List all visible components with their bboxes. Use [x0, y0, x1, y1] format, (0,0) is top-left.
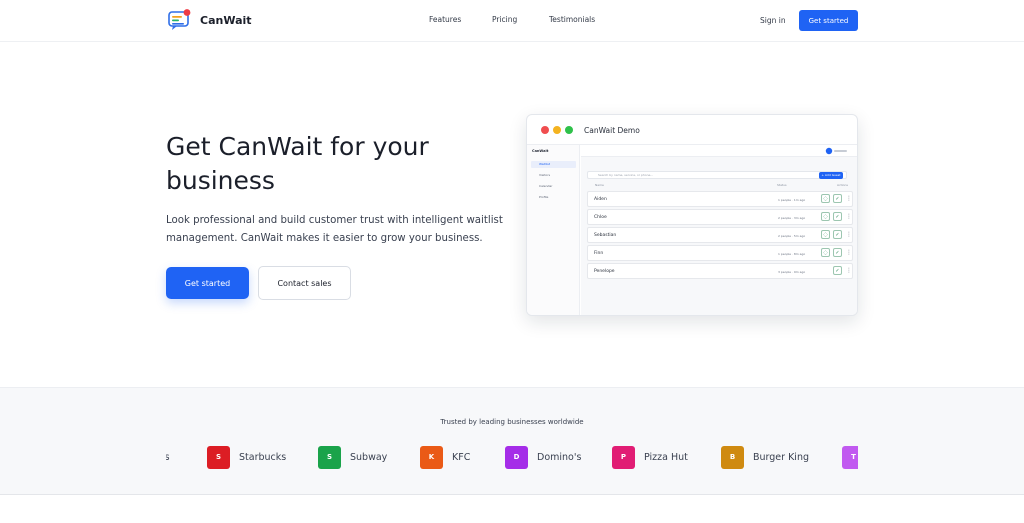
- check-icon[interactable]: ✓: [833, 266, 842, 275]
- demo-main: Search by name, service, or phone... + A…: [581, 145, 857, 315]
- hero-subtitle-line1: Look professional and build customer tru…: [166, 215, 503, 226]
- logo-item: D Domino's: [505, 445, 581, 469]
- notify-icon[interactable]: ◌: [821, 248, 830, 257]
- demo-window-title: CanWait Demo: [584, 126, 640, 135]
- table-row[interactable]: Finn 1 people · 8m ago ◌ ✓ ⋮: [587, 245, 853, 261]
- demo-column-status: Status: [777, 183, 787, 187]
- row-name: Finn: [594, 251, 604, 256]
- demo-topbar: [581, 145, 857, 157]
- hero-get-started-button[interactable]: Get started: [166, 267, 249, 299]
- demo-titlebar: CanWait Demo: [527, 115, 857, 145]
- main-nav: Features Pricing Testimonials: [0, 15, 1024, 27]
- logo-badge: T: [842, 445, 858, 469]
- logo-name: Starbucks: [239, 451, 287, 463]
- row-name: Sebastian: [594, 233, 617, 238]
- more-icon[interactable]: ⋮: [846, 249, 852, 256]
- contact-sales-button[interactable]: Contact sales: [258, 266, 351, 300]
- logo-badge: S: [318, 445, 341, 469]
- check-icon[interactable]: ✓: [833, 194, 842, 203]
- table-row[interactable]: Aiden 1 people · 1m ago ◌ ✓ ⋮: [587, 191, 853, 207]
- demo-column-actions: Actions: [837, 183, 848, 187]
- hero-title-line2: business: [166, 166, 275, 195]
- more-icon[interactable]: ⋮: [846, 267, 852, 274]
- maximize-dot-icon: [565, 126, 573, 134]
- notify-icon[interactable]: ◌: [821, 194, 830, 203]
- row-meta: 1 people · 8m ago: [778, 252, 806, 256]
- site-header: CanWait Features Pricing Testimonials Si…: [0, 0, 1024, 42]
- logo-badge: B: [721, 445, 744, 469]
- demo-app-name: CanWait: [532, 149, 549, 153]
- hero-title-line1: Get CanWait for your: [166, 132, 429, 161]
- hero-subtitle: Look professional and build customer tru…: [166, 212, 506, 248]
- hero-subtitle-line2: management. CanWait makes it easier to g…: [166, 233, 483, 244]
- row-name: Aiden: [594, 197, 607, 202]
- demo-add-guest-button[interactable]: + Add Guest: [819, 172, 843, 179]
- trusted-heading: Trusted by leading businesses worldwide: [440, 418, 584, 426]
- table-row[interactable]: Sebastian 2 people · 5m ago ◌ ✓ ⋮: [587, 227, 853, 243]
- logo-item: S Subway: [318, 445, 387, 469]
- logo-name: Domino's: [537, 451, 582, 463]
- logo-item: S Starbucks: [207, 445, 286, 469]
- row-name: Chloe: [594, 215, 607, 220]
- nav-testimonials[interactable]: Testimonials: [549, 15, 595, 24]
- logo-badge: K: [420, 445, 443, 469]
- logo-item: 's: [166, 445, 170, 469]
- notify-icon[interactable]: ◌: [821, 212, 830, 221]
- check-icon[interactable]: ✓: [833, 248, 842, 257]
- logo-carousel: 's S Starbucks S Subway K KFC D Domino's…: [166, 445, 858, 469]
- demo-column-name: Name: [595, 183, 604, 187]
- demo-sidebar-item-calendar[interactable]: Calendar: [531, 183, 576, 190]
- logo-badge: D: [505, 445, 528, 469]
- demo-sidebar-item-profile[interactable]: Profile: [531, 194, 576, 201]
- logo-item: K KFC: [420, 445, 470, 469]
- demo-avatar-icon: [825, 147, 847, 155]
- logo-name: Subway: [350, 451, 388, 463]
- sign-in-link[interactable]: Sign in: [760, 16, 786, 25]
- minimize-dot-icon: [553, 126, 561, 134]
- more-icon[interactable]: ⋮: [846, 195, 852, 202]
- demo-search-input[interactable]: Search by name, service, or phone...: [587, 171, 847, 179]
- demo-window: CanWait Demo CanWait Waitlist Visitors C…: [526, 114, 858, 316]
- table-row[interactable]: Penelope 3 people · 9m ago ✓ ⋮: [587, 263, 853, 279]
- nav-features[interactable]: Features: [429, 15, 461, 24]
- notify-icon[interactable]: ◌: [821, 230, 830, 239]
- logo-badge: P: [612, 445, 635, 469]
- trusted-section: Trusted by leading businesses worldwide …: [0, 387, 1024, 495]
- logo-item: B Burger King: [721, 445, 809, 469]
- nav-pricing[interactable]: Pricing: [492, 15, 517, 24]
- more-icon[interactable]: ⋮: [846, 213, 852, 220]
- logo-name: Pizza Hut: [644, 451, 688, 463]
- logo-name: 's: [166, 451, 170, 463]
- row-meta: 1 people · 1m ago: [778, 198, 806, 202]
- hero-title: Get CanWait for your business: [166, 130, 496, 198]
- logo-name: KFC: [452, 451, 471, 463]
- close-dot-icon: [541, 126, 549, 134]
- demo-sidebar-item-waitlist[interactable]: Waitlist: [531, 161, 576, 168]
- logo-item: P Pizza Hut: [612, 445, 688, 469]
- demo-sidebar: CanWait Waitlist Visitors Calendar Profi…: [527, 145, 580, 315]
- row-meta: 2 people · 5m ago: [778, 234, 806, 238]
- header-get-started-button[interactable]: Get started: [799, 10, 858, 31]
- table-row[interactable]: Chloe 2 people · 3m ago ◌ ✓ ⋮: [587, 209, 853, 225]
- check-icon[interactable]: ✓: [833, 212, 842, 221]
- logo-item: T: [842, 445, 858, 469]
- more-icon[interactable]: ⋮: [846, 231, 852, 238]
- demo-sidebar-item-visitors[interactable]: Visitors: [531, 172, 576, 179]
- logo-badge: S: [207, 445, 230, 469]
- row-meta: 2 people · 3m ago: [778, 216, 806, 220]
- row-meta: 3 people · 9m ago: [778, 270, 806, 274]
- logo-name: Burger King: [753, 451, 809, 463]
- row-name: Penelope: [594, 269, 615, 274]
- check-icon[interactable]: ✓: [833, 230, 842, 239]
